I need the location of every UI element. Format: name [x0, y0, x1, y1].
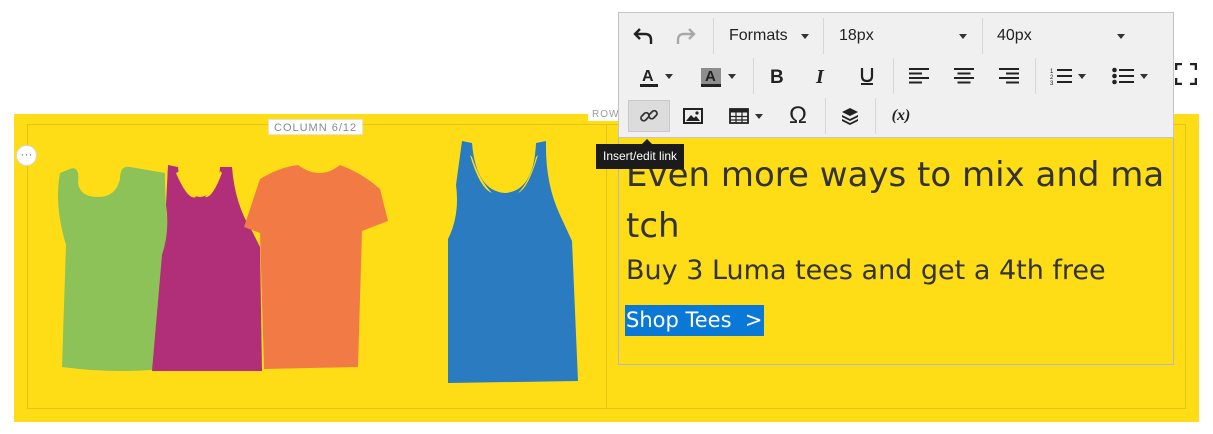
- chevron-down-icon: [728, 73, 736, 79]
- font-size-value: 18px: [839, 27, 874, 44]
- svg-text:A: A: [642, 68, 654, 85]
- separator: [753, 58, 754, 94]
- subheadline-text[interactable]: Buy 3 Luma tees and get a 4th free: [626, 253, 1106, 289]
- separator: [893, 58, 894, 94]
- link-icon[interactable]: [628, 100, 670, 132]
- fullscreen-icon[interactable]: [1175, 63, 1197, 85]
- image-icon[interactable]: [677, 100, 709, 132]
- bold-icon[interactable]: B: [761, 60, 793, 92]
- column-label: COLUMN 6/12: [268, 119, 364, 135]
- headline-text[interactable]: Even more ways to mix and match: [626, 150, 1172, 252]
- formats-label: Formats: [729, 27, 788, 44]
- separator: [713, 18, 714, 54]
- text-color-icon: A: [640, 68, 658, 87]
- font-size-dropdown[interactable]: 18px: [839, 20, 967, 52]
- chevron-down-icon: [1078, 73, 1086, 79]
- numbered-list-button[interactable]: 123: [1042, 60, 1094, 92]
- widget-icon[interactable]: [834, 100, 866, 132]
- italic-icon[interactable]: I: [806, 60, 838, 92]
- undo-icon[interactable]: [627, 20, 659, 52]
- chevron-down-icon: [1117, 34, 1125, 39]
- align-left-icon[interactable]: [903, 60, 935, 92]
- numbered-list-icon: 123: [1050, 69, 1072, 85]
- bullet-list-button[interactable]: [1102, 60, 1158, 92]
- formats-dropdown[interactable]: Formats: [729, 20, 809, 52]
- orange-tee: [244, 165, 388, 369]
- align-center-icon[interactable]: [948, 60, 980, 92]
- shop-tees-link[interactable]: Shop Tees >: [625, 305, 765, 336]
- bullet-list-icon: [1112, 67, 1134, 85]
- background-color-button[interactable]: A: [690, 60, 746, 92]
- separator: [982, 18, 983, 54]
- svg-text:3: 3: [1050, 81, 1054, 85]
- align-right-icon[interactable]: [993, 60, 1025, 92]
- line-height-value: 40px: [997, 27, 1032, 44]
- separator: [1035, 58, 1036, 94]
- separator: [823, 18, 824, 54]
- blue-tank-top: [448, 141, 578, 383]
- chevron-down-icon: [801, 34, 809, 39]
- svg-text:I: I: [815, 67, 825, 85]
- line-height-dropdown[interactable]: 40px: [997, 20, 1125, 52]
- tees-image: [58, 141, 578, 383]
- background-color-icon: A: [701, 68, 721, 87]
- chevron-down-icon: [959, 34, 967, 39]
- svg-text:B: B: [770, 67, 784, 85]
- chevron-down-icon: [755, 113, 763, 119]
- special-character-icon[interactable]: Ω: [782, 100, 814, 132]
- table-icon: [729, 108, 749, 124]
- ellipsis-icon[interactable]: ···: [16, 145, 37, 166]
- link-tooltip: Insert/edit link: [596, 139, 685, 169]
- table-button[interactable]: [722, 100, 770, 132]
- svg-text:A: A: [705, 68, 716, 85]
- separator: [875, 98, 876, 134]
- text-color-button[interactable]: A: [628, 60, 684, 92]
- redo-icon[interactable]: [670, 20, 702, 52]
- chevron-down-icon: [665, 73, 673, 79]
- separator: [825, 98, 826, 134]
- insert-variable-button[interactable]: (x): [884, 100, 918, 132]
- underline-icon[interactable]: [851, 60, 883, 92]
- chevron-down-icon: [1140, 73, 1148, 79]
- page-builder-stage: ROW COLUMN 6/12 ··· Even more ways to mi…: [0, 0, 1213, 434]
